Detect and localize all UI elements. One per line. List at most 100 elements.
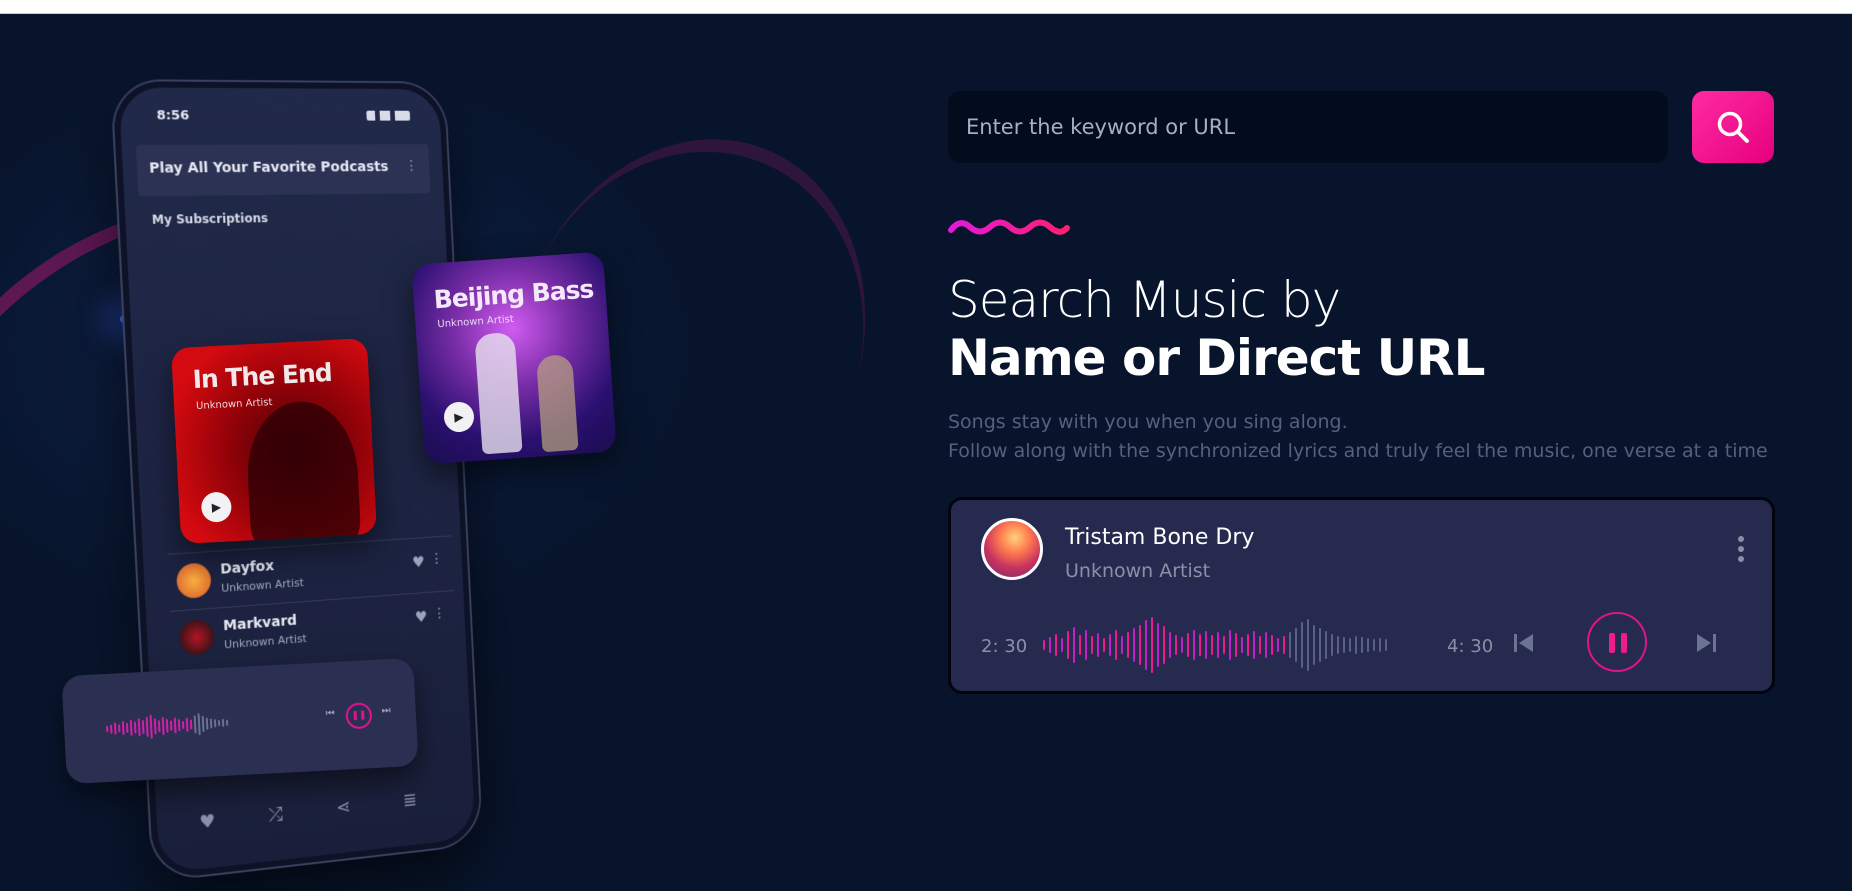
album-card-title: In The End: [191, 357, 333, 395]
skip-previous-icon[interactable]: [1511, 628, 1537, 658]
pause-icon: [1609, 633, 1615, 653]
track-artist: Unknown Artist: [1065, 560, 1211, 582]
waveform-bar: [193, 715, 197, 734]
waveform-bar: [1331, 634, 1333, 656]
waveform-bar: [1193, 630, 1195, 660]
waveform-bar: [181, 720, 185, 730]
waveform-bar: [1073, 627, 1075, 663]
waveform-bar: [1175, 635, 1177, 655]
avatar: [175, 562, 212, 600]
waveform-bar: [141, 720, 145, 735]
waveform-bar: [1295, 628, 1297, 662]
waveform-bar: [165, 718, 169, 733]
waveform-bar: [1199, 634, 1201, 656]
hero-lead-line1: Songs stay with you when you sing along.: [948, 411, 1348, 433]
hero-heading-line2: Name or Direct URL: [948, 329, 1486, 387]
waveform-bar: [1091, 636, 1093, 654]
waveform-bar: [1139, 625, 1141, 665]
waveform-bar: [169, 720, 173, 731]
waveform-bar: [129, 719, 133, 736]
waveform-bar: [1385, 639, 1387, 651]
phone-subscriptions-label: My Subscriptions: [151, 211, 269, 227]
more-vertical-icon[interactable]: [1738, 536, 1744, 562]
heart-icon: ♥: [198, 810, 217, 834]
heart-icon: ♥: [411, 552, 426, 572]
waveform-bar: [109, 724, 113, 734]
waveform-bar: [185, 717, 189, 732]
waveform-bar: [1169, 632, 1171, 658]
waveform-bar: [1223, 636, 1225, 654]
waveform-bar: [1205, 631, 1207, 659]
hero-section: 8:56 Play All Your Favorite Podcasts ⋮ M…: [0, 15, 1852, 891]
squiggle-decoration: [948, 219, 1070, 235]
waveform-bar: [1103, 638, 1105, 652]
play-icon: ▶: [442, 400, 475, 433]
waveform-bar: [121, 721, 125, 736]
waveform-bar: [1127, 632, 1129, 658]
waveform-bar: [133, 721, 137, 734]
play-icon: ▶: [200, 491, 233, 523]
waveform-bar: [106, 725, 109, 733]
waveform-bar: [1277, 638, 1279, 652]
waveform-bar: [1085, 630, 1087, 660]
album-card-artist: Unknown Artist: [195, 397, 273, 413]
waveform-bar: [1241, 637, 1243, 653]
waveform-bar: [1097, 633, 1099, 657]
waveform-bar: [1283, 636, 1285, 654]
pause-button[interactable]: [1587, 612, 1647, 672]
album-card-artist: Unknown Artist: [437, 313, 515, 331]
waveform-bar: [173, 717, 177, 734]
waveform-bar: [1361, 637, 1363, 653]
waveform-bar: [1313, 625, 1315, 665]
browser-top-strip: [0, 0, 1852, 14]
skip-next-icon[interactable]: [1693, 628, 1719, 658]
waveform-bar: [1043, 640, 1045, 650]
waveform-bar: [1343, 637, 1345, 653]
waveform-bar: [1157, 623, 1159, 667]
waveform-bar: [1217, 632, 1219, 658]
list-item-artist: Unknown Artist: [223, 631, 307, 652]
waveform-bar: [1181, 637, 1183, 653]
phone-status-icons: [366, 110, 411, 121]
waveform-bar: [113, 722, 117, 735]
waveform-bar: [1133, 628, 1135, 662]
waveform-bar: [213, 719, 217, 728]
avatar: [178, 618, 215, 657]
search-button[interactable]: [1692, 91, 1774, 163]
current-time: 2: 30: [981, 636, 1028, 657]
waveform-bar: [1247, 634, 1249, 656]
more-vertical-icon: ⋮: [429, 550, 444, 568]
waveform-bar: [1115, 630, 1117, 660]
waveform-bar: [1265, 632, 1267, 658]
waveform-bar: [1235, 633, 1237, 657]
waveform-bar: [1229, 630, 1231, 660]
list-item-name: Dayfox: [219, 558, 275, 578]
waveform-bar: [205, 717, 209, 730]
pause-icon: ❚❚: [345, 702, 373, 730]
album-art-figure: [474, 331, 523, 455]
list-item-artist: Unknown Artist: [220, 576, 305, 595]
track-artwork: [981, 518, 1043, 580]
waveform-bar: [1151, 617, 1153, 673]
phone-header-title: Play All Your Favorite Podcasts: [148, 159, 389, 177]
phone-header: Play All Your Favorite Podcasts ⋮: [135, 144, 431, 197]
waveform-bar: [1067, 631, 1069, 659]
waveform-bar: [1325, 631, 1327, 659]
waveform-bar: [137, 718, 141, 737]
waveform-bar: [209, 718, 213, 729]
more-vertical-icon: ⋮: [432, 605, 447, 622]
album-art-figure: [535, 353, 579, 453]
waveform-bar: [1049, 637, 1051, 653]
search-input[interactable]: [948, 91, 1668, 163]
waveform-progress[interactable]: [1043, 610, 1433, 680]
playlist-icon: ≣: [402, 789, 418, 812]
hero-lead-line2: Follow along with the synchronized lyric…: [948, 440, 1768, 462]
album-card-title: Beijing Bass: [432, 274, 595, 315]
waveform-bar: [189, 719, 193, 730]
waveform-bar: [1307, 619, 1309, 671]
waveform-bar: [149, 714, 153, 739]
music-player-card: Tristam Bone Dry Unknown Artist 2: 30 4:…: [948, 497, 1775, 694]
waveform-bar: [161, 716, 165, 736]
waveform-bar: [157, 720, 161, 733]
waveform-bar: [125, 722, 129, 733]
